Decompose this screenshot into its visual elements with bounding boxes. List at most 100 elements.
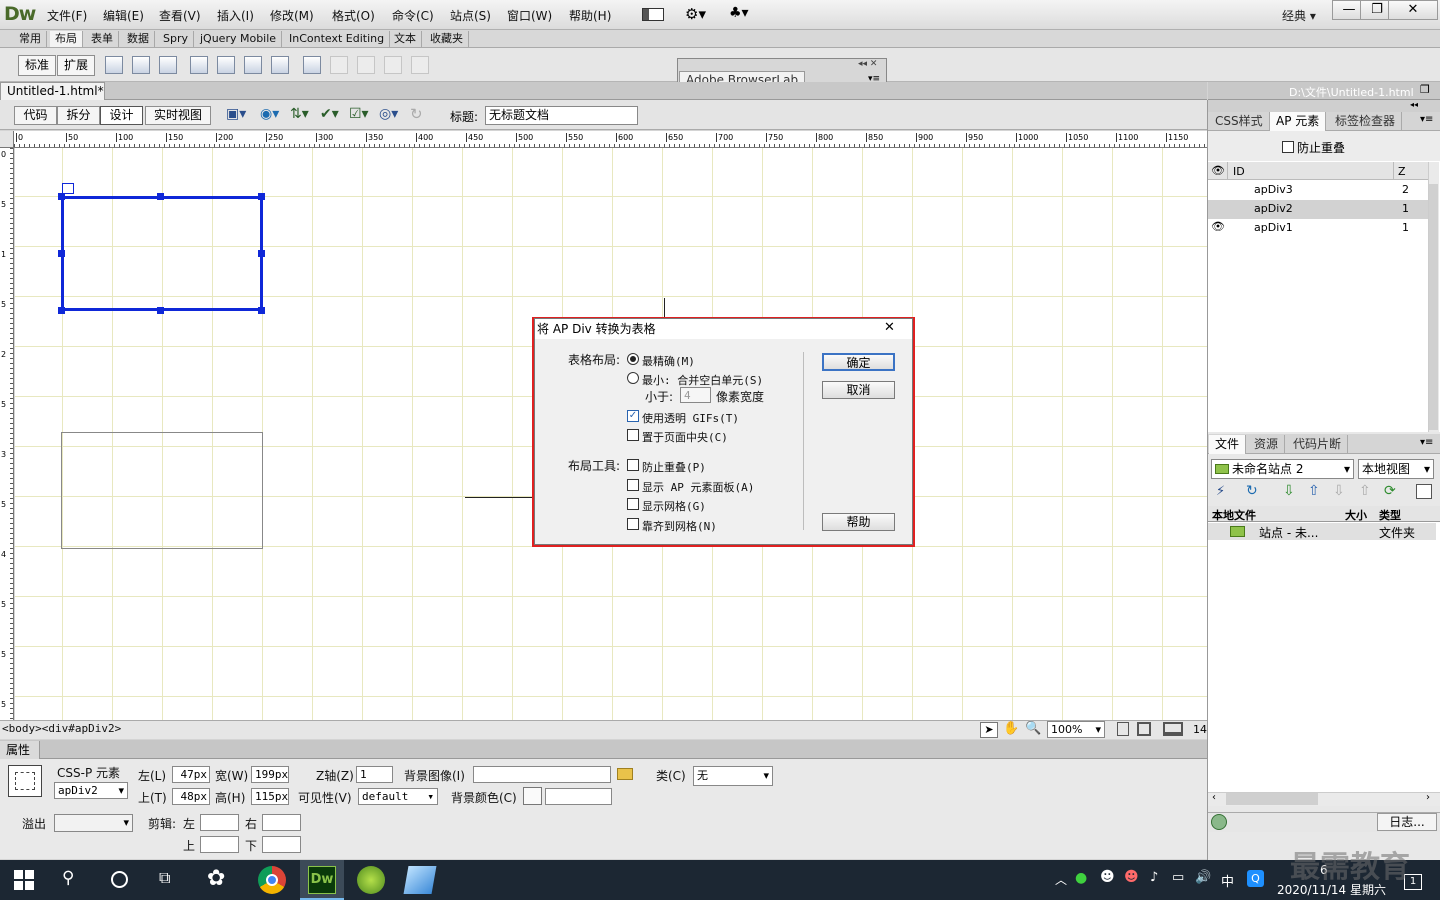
clip-top-input[interactable] — [200, 836, 239, 853]
bg-color-input[interactable] — [545, 788, 612, 805]
height-input[interactable]: 115px — [251, 788, 289, 805]
chrome-icon[interactable] — [258, 866, 286, 894]
log-button[interactable]: 日志... — [1377, 813, 1437, 831]
apdiv2-selected[interactable] — [61, 196, 263, 311]
menu-modify[interactable]: 修改(M) — [270, 7, 314, 24]
prevent-overlap-dialog-checkbox[interactable] — [627, 459, 639, 471]
layout-icon[interactable] — [642, 8, 664, 21]
zoom-tool-icon[interactable]: 🔍 — [1025, 721, 1041, 736]
tab-assets[interactable]: 资源 — [1248, 435, 1286, 454]
apdiv1[interactable] — [61, 432, 263, 549]
visual-aids-icon[interactable]: ◎▾ — [379, 106, 398, 122]
windows-start-icon[interactable] — [14, 870, 34, 890]
tray-expand-icon[interactable]: ︿ — [1055, 871, 1067, 888]
width-input[interactable]: 199px — [251, 766, 289, 783]
tab-snippets[interactable]: 代码片断 — [1287, 435, 1349, 454]
expanded-mode-button[interactable]: 扩展 — [57, 55, 95, 76]
expand-icon[interactable] — [1416, 484, 1432, 499]
tab-ap-elements[interactable]: AP 元素 — [1270, 112, 1327, 131]
insert-tab-incontext[interactable]: InContext Editing — [284, 31, 391, 47]
eye-icon[interactable]: 👁 — [1211, 164, 1225, 177]
view-select[interactable]: 本地视图 ▾ — [1358, 459, 1434, 479]
resize-handle[interactable] — [58, 250, 65, 257]
page-title-input[interactable]: 无标题文档 — [485, 106, 638, 125]
visibility-select[interactable]: default ▾ — [358, 788, 438, 805]
melon-app-icon[interactable] — [357, 866, 385, 894]
qq-icon[interactable]: ☻ — [1100, 869, 1115, 885]
cancel-button[interactable]: 取消 — [822, 381, 895, 399]
restore-doc-icon[interactable]: ❐ — [1420, 83, 1430, 96]
overflow-select[interactable]: ▾ — [54, 814, 133, 832]
resize-handle[interactable] — [157, 193, 164, 200]
resize-handle[interactable] — [258, 250, 265, 257]
spry-menu-icon[interactable] — [190, 56, 208, 74]
menu-format[interactable]: 格式(O) — [332, 7, 375, 24]
cortana-icon[interactable] — [111, 871, 128, 888]
spry-collapsible-icon[interactable] — [271, 56, 289, 74]
clip-right-input[interactable] — [262, 814, 301, 831]
mobile-size-icon[interactable] — [1117, 722, 1129, 736]
standard-mode-button[interactable]: 标准 — [18, 55, 56, 76]
qq-browser-icon[interactable]: Q — [1247, 870, 1264, 887]
network-icon[interactable]: ▭ — [1172, 870, 1184, 885]
task-view-icon[interactable]: ⧉ — [159, 868, 170, 888]
refresh-icon[interactable]: ↻ — [1246, 483, 1258, 499]
panel-menu-icon[interactable]: ▾≡ — [1420, 114, 1433, 125]
resize-handle[interactable] — [157, 307, 164, 314]
use-gif-checkbox[interactable]: ✓ — [627, 410, 639, 422]
fan-app-icon[interactable]: ✿ — [207, 866, 225, 891]
spry-accordion-icon[interactable] — [244, 56, 262, 74]
menu-help[interactable]: 帮助(H) — [569, 7, 611, 24]
center-checkbox[interactable] — [627, 429, 639, 441]
col-local-files[interactable]: 本地文件 — [1212, 507, 1256, 523]
ap-col-id[interactable]: ID — [1233, 165, 1245, 178]
z-index-input[interactable]: 1 — [356, 766, 393, 783]
site-icon[interactable]: ♣▾ — [729, 5, 749, 21]
draw-apdiv-icon[interactable] — [132, 56, 150, 74]
multiscreen-icon[interactable]: ▣▾ — [226, 106, 246, 122]
insert-tab-common[interactable]: 常用 — [14, 31, 47, 47]
notification-bell-icon[interactable]: ♪ — [1150, 870, 1158, 885]
insert-tab-favorites[interactable]: 收藏夹 — [425, 31, 469, 47]
panel-menu-icon[interactable]: ▾≡ — [1420, 437, 1433, 448]
hand-tool-icon[interactable]: ✋ — [1003, 721, 1019, 736]
spry-tab-icon[interactable] — [217, 56, 235, 74]
menu-view[interactable]: 查看(V) — [159, 7, 201, 24]
tab-css-styles[interactable]: CSS样式 — [1209, 112, 1270, 131]
insert-tab-jquery[interactable]: jQuery Mobile — [195, 31, 283, 47]
live-view-button[interactable]: 实时视图 — [145, 106, 211, 125]
snap-grid-checkbox[interactable] — [627, 518, 639, 530]
volume-icon[interactable]: 🔊 — [1195, 870, 1211, 885]
show-panel-checkbox[interactable] — [627, 479, 639, 491]
wechat-icon[interactable]: ● — [1075, 870, 1087, 886]
document-tab[interactable]: Untitled-1.html* — [0, 82, 105, 100]
collapse-icon[interactable]: ◂◂ — [1410, 100, 1418, 109]
ap-row[interactable]: 👁 apDiv1 1 — [1208, 219, 1428, 238]
collapse-icon[interactable]: ◂◂ ✕ — [858, 59, 877, 69]
clip-bottom-input[interactable] — [262, 836, 301, 853]
div-icon[interactable] — [159, 56, 177, 74]
tag-selector[interactable]: <body><div#apDiv2> — [2, 722, 121, 735]
menu-site[interactable]: 站点(S) — [450, 7, 491, 24]
left-input[interactable]: 47px — [172, 766, 210, 783]
split-view-button[interactable]: 拆分 — [57, 106, 100, 125]
workspace-switcher[interactable]: 经典 ▾ — [1282, 7, 1316, 24]
ruler-corner[interactable] — [0, 131, 14, 148]
check-browser-icon[interactable]: ✔▾ — [320, 106, 339, 122]
connect-icon[interactable]: ⚡ — [1216, 484, 1225, 499]
file-manage-icon[interactable]: ⇅▾ — [290, 106, 309, 122]
top-input[interactable]: 48px — [172, 788, 210, 805]
apdiv-id-select[interactable]: apDiv2 ▾ — [54, 782, 128, 799]
scroll-left-icon[interactable]: ‹ — [1212, 792, 1216, 803]
dreamweaver-icon[interactable]: Dw — [308, 866, 336, 894]
tab-tag-inspector[interactable]: 标签检查器 — [1329, 112, 1403, 131]
scrollbar-thumb[interactable] — [1429, 184, 1438, 430]
iframe-icon[interactable] — [303, 56, 321, 74]
class-select[interactable]: 无 ▾ — [693, 766, 773, 786]
menu-edit[interactable]: 编辑(E) — [103, 7, 144, 24]
site-select[interactable]: 未命名站点 2 ▾ — [1211, 459, 1354, 479]
resize-handle[interactable] — [258, 307, 265, 314]
tablet-size-icon[interactable] — [1137, 722, 1151, 736]
ap-row-selected[interactable]: apDiv2 1 — [1208, 200, 1428, 219]
insert-tab-layout[interactable]: 布局 — [50, 31, 83, 47]
